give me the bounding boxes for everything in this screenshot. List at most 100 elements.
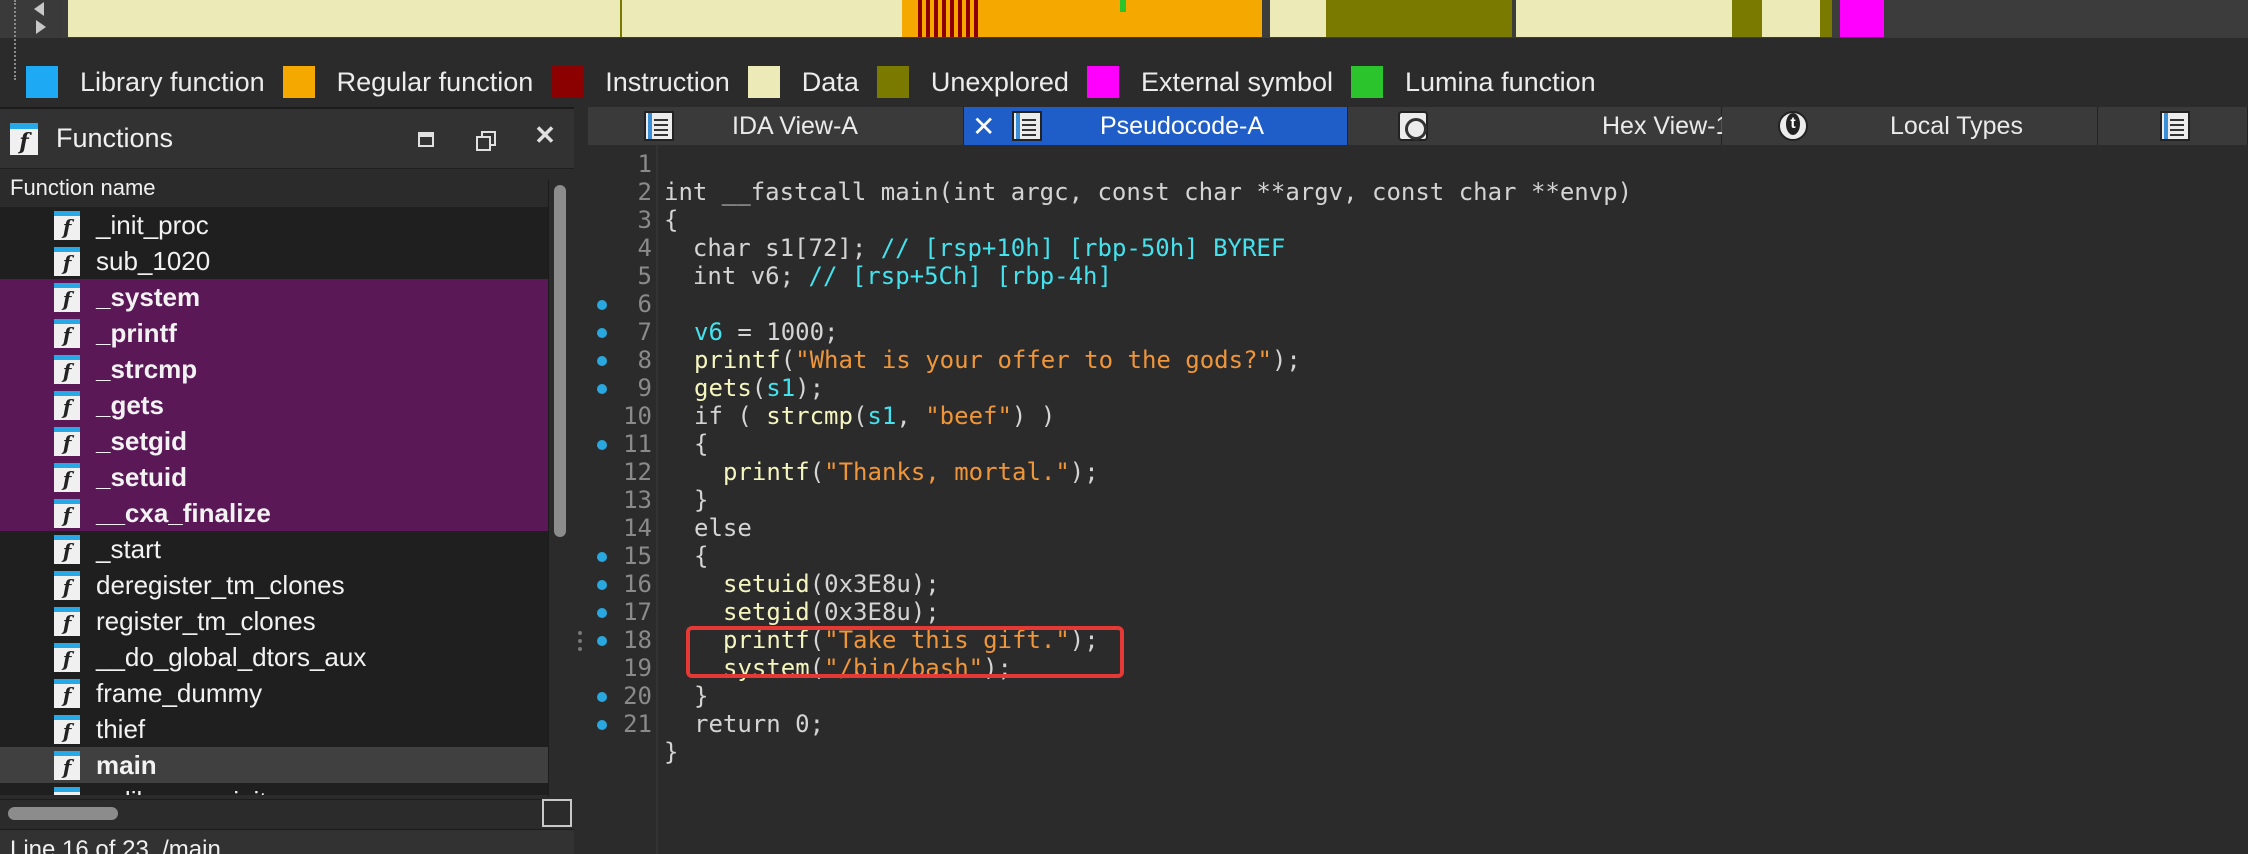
- code-line[interactable]: setuid(0x3E8u);: [588, 542, 2248, 598]
- function-list-item[interactable]: f _system: [0, 279, 548, 315]
- scroll-right-icon[interactable]: [36, 20, 46, 34]
- code-line[interactable]: printf("What is your offer to the gods?"…: [588, 318, 2248, 374]
- function-list-item[interactable]: f thief: [0, 711, 548, 747]
- legend-swatch: [1086, 66, 1119, 98]
- tab-ida-view-a[interactable]: IDA View-A: [588, 107, 964, 145]
- function-list-horizontal-scrollbar[interactable]: [0, 799, 548, 825]
- function-name: _strcmp: [96, 353, 198, 384]
- tab-bar: IDA View-A ✕ Pseudocode-A Hex View-1 Loc…: [588, 107, 2248, 145]
- function-list-item[interactable]: f _init_proc: [0, 207, 548, 243]
- code-line[interactable]: {: [588, 514, 2248, 570]
- code-line[interactable]: return 0;: [588, 682, 2248, 738]
- tab-pseudocode-a[interactable]: ✕ Pseudocode-A: [964, 107, 1348, 145]
- local-types-icon: [1778, 111, 1808, 141]
- float-window-button[interactable]: [418, 132, 434, 147]
- legend-label: Data: [801, 66, 859, 97]
- function-list-item[interactable]: f _start: [0, 531, 548, 567]
- function-list-item[interactable]: f main: [0, 747, 548, 783]
- code-line[interactable]: [588, 262, 2248, 290]
- line-number: 16: [623, 570, 652, 598]
- panel-splitter[interactable]: [574, 107, 588, 854]
- code-line[interactable]: int __fastcall main(int argc, const char…: [588, 150, 2248, 206]
- legend-swatch: [747, 66, 780, 98]
- code-line[interactable]: printf("Take this gift.");: [588, 598, 2248, 654]
- function-list-item[interactable]: f _setgid: [0, 423, 548, 459]
- breakpoint-marker-icon[interactable]: [597, 720, 607, 730]
- breakpoint-marker-icon[interactable]: [597, 580, 607, 590]
- function-list-item[interactable]: f frame_dummy: [0, 675, 548, 711]
- line-number: 15: [623, 542, 652, 570]
- line-number: 13: [623, 486, 652, 514]
- function-list[interactable]: f _init_proc f sub_1020 f _system f _printf f _st…: [0, 207, 548, 795]
- function-list-item[interactable]: f __do_global_dtors_aux: [0, 639, 548, 675]
- breakpoint-marker-icon[interactable]: [597, 384, 607, 394]
- legend-label: Library function: [80, 66, 265, 97]
- code-line[interactable]: v6 = 1000;: [588, 290, 2248, 346]
- function-icon: f: [54, 210, 80, 240]
- code-line[interactable]: }: [588, 458, 2248, 514]
- tab-imports[interactable]: [2098, 107, 2248, 145]
- breakpoint-marker-icon[interactable]: [597, 440, 607, 450]
- function-name-column-header[interactable]: Function name: [0, 169, 548, 207]
- function-icon: f: [54, 714, 80, 744]
- function-list-item[interactable]: f _strcmp: [0, 351, 548, 387]
- code-line[interactable]: setgid(0x3E8u);: [588, 570, 2248, 626]
- pseudocode-icon: [1012, 111, 1042, 141]
- breakpoint-marker-icon[interactable]: [597, 300, 607, 310]
- close-panel-button[interactable]: ✕: [534, 122, 556, 148]
- breakpoint-marker-icon[interactable]: [597, 692, 607, 702]
- code-line[interactable]: if ( strcmp(s1, "beef") ): [588, 374, 2248, 430]
- function-icon: f: [54, 750, 80, 780]
- function-name: main: [96, 749, 157, 780]
- function-name: __do_global_dtors_aux: [96, 641, 367, 672]
- tab-label: Hex View-1: [1602, 111, 1730, 140]
- function-list-vertical-scrollbar[interactable]: [548, 179, 572, 797]
- function-list-item[interactable]: f __libc_csu_init: [0, 783, 548, 795]
- function-list-item[interactable]: f _gets: [0, 387, 548, 423]
- hex-view-icon: [1398, 111, 1428, 141]
- close-tab-icon[interactable]: ✕: [972, 110, 995, 143]
- breakpoint-marker-icon[interactable]: [597, 608, 607, 618]
- imports-icon: [2160, 111, 2190, 141]
- breakpoint-marker-icon[interactable]: [597, 328, 607, 338]
- tab-local-types[interactable]: Local Types: [1722, 107, 2098, 145]
- function-list-item[interactable]: f _printf: [0, 315, 548, 351]
- code-line[interactable]: printf("Thanks, mortal.");: [588, 430, 2248, 486]
- line-number: 4: [637, 234, 652, 262]
- legend-item: External symbol: [1086, 66, 1333, 98]
- function-name: sub_1020: [96, 245, 211, 276]
- function-icon: f: [54, 498, 80, 528]
- function-list-item[interactable]: f _setuid: [0, 459, 548, 495]
- breakpoint-marker-icon[interactable]: [597, 356, 607, 366]
- breakpoint-marker-icon[interactable]: [597, 636, 607, 646]
- vertical-scroll-thumb[interactable]: [554, 185, 566, 537]
- code-line[interactable]: char s1[72]; // [rsp+10h] [rbp-50h] BYRE…: [588, 206, 2248, 262]
- code-line[interactable]: }: [588, 710, 2248, 766]
- function-icon: f: [54, 318, 80, 348]
- resize-corner[interactable]: [542, 799, 572, 827]
- code-line[interactable]: {: [588, 402, 2248, 458]
- function-icon: f: [54, 570, 80, 600]
- breakpoint-marker-icon[interactable]: [597, 552, 607, 562]
- function-name: _system: [96, 281, 201, 312]
- line-number: 10: [623, 402, 652, 430]
- code-line[interactable]: else: [588, 486, 2248, 542]
- tab-hex-view-1[interactable]: Hex View-1: [1348, 107, 1729, 145]
- function-list-item[interactable]: f register_tm_clones: [0, 603, 548, 639]
- navigation-band[interactable]: [0, 0, 2248, 80]
- function-name: _printf: [96, 317, 177, 348]
- pseudocode-view[interactable]: int __fastcall main(int argc, const char…: [588, 145, 2248, 854]
- horizontal-scroll-thumb[interactable]: [8, 807, 118, 820]
- code-line[interactable]: int v6; // [rsp+5Ch] [rbp-4h]: [588, 234, 2248, 290]
- line-number: 5: [637, 262, 652, 290]
- restore-window-button[interactable]: [476, 131, 496, 151]
- function-list-item[interactable]: f sub_1020: [0, 243, 548, 279]
- legend-label: Lumina function: [1405, 66, 1596, 97]
- legend-item: Data: [747, 66, 859, 98]
- function-list-item[interactable]: f deregister_tm_clones: [0, 567, 548, 603]
- line-number: 8: [637, 346, 652, 374]
- code-line[interactable]: gets(s1);: [588, 346, 2248, 402]
- code-line[interactable]: {: [588, 178, 2248, 234]
- scroll-left-icon[interactable]: [34, 2, 44, 16]
- function-list-item[interactable]: f __cxa_finalize: [0, 495, 548, 531]
